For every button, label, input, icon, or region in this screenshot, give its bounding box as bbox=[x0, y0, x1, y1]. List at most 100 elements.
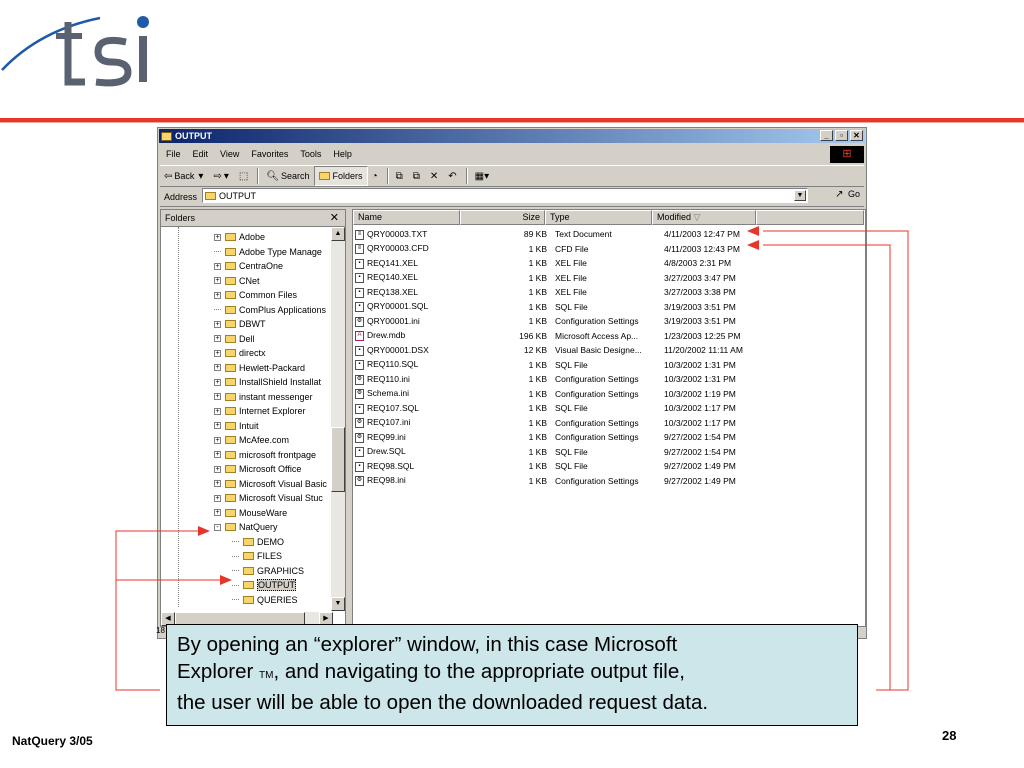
file-row[interactable]: ▪ REQ140.XEL 1 KB XEL File 3/27/2003 3:47 PM bbox=[353, 271, 770, 286]
file-name: REQ110.SQL bbox=[367, 359, 419, 370]
title-bar[interactable]: OUTPUT _ ▫ ✕ bbox=[159, 129, 865, 143]
column-name[interactable]: Name bbox=[353, 210, 460, 225]
tree-item[interactable]: + CNet bbox=[214, 274, 260, 288]
expand-toggle-icon[interactable]: + bbox=[214, 480, 221, 487]
views-button[interactable]: ▦▾ bbox=[471, 167, 495, 185]
tree-item[interactable]: + Hewlett-Packard bbox=[214, 361, 305, 375]
tree-item[interactable]: - NatQuery bbox=[214, 520, 278, 534]
expand-toggle-icon[interactable]: + bbox=[214, 335, 221, 342]
file-row[interactable]: ▪ Drew.SQL 1 KB SQL File 9/27/2002 1:54 PM bbox=[353, 445, 770, 460]
tree-item[interactable]: + Internet Explorer bbox=[214, 404, 306, 418]
scroll-up-button[interactable]: ▲ bbox=[331, 227, 345, 241]
column-modified[interactable]: Modified ▽ bbox=[652, 210, 756, 225]
expand-toggle-icon[interactable]: + bbox=[214, 320, 221, 328]
tree-item[interactable]: ComPlus Applications bbox=[214, 303, 326, 317]
expand-toggle-icon[interactable]: + bbox=[214, 436, 221, 444]
tree-item[interactable]: + Microsoft Visual Stuc bbox=[214, 491, 323, 505]
views-icon: ▦▾ bbox=[474, 170, 490, 182]
undo-button[interactable]: ↶ bbox=[444, 167, 462, 185]
expand-toggle-icon[interactable]: + bbox=[214, 233, 221, 241]
tree-item[interactable]: + Adobe bbox=[214, 230, 265, 244]
vertical-scrollbar[interactable]: ▲ ▼ bbox=[331, 227, 345, 611]
tree-item[interactable]: + McAfee.com bbox=[214, 433, 289, 447]
move-to-button[interactable]: ⧉ bbox=[392, 167, 409, 185]
file-row[interactable]: ▪ REQ107.SQL 1 KB SQL File 10/3/2002 1:17 PM bbox=[353, 401, 770, 416]
expand-toggle-icon[interactable]: + bbox=[214, 277, 221, 284]
address-input[interactable]: OUTPUT ▼ bbox=[202, 188, 808, 203]
copy-to-button[interactable]: ⧉ bbox=[409, 167, 426, 185]
go-button[interactable]: ↗ Go bbox=[835, 189, 860, 200]
tree-item[interactable]: + Common Files bbox=[214, 288, 297, 302]
tree-item[interactable]: FILES bbox=[232, 549, 282, 563]
tree-item[interactable]: GRAPHICS bbox=[232, 564, 304, 578]
address-dropdown-button[interactable]: ▼ bbox=[794, 190, 806, 201]
menu-edit[interactable]: Edit bbox=[187, 149, 215, 159]
expand-toggle-icon[interactable]: + bbox=[214, 393, 221, 400]
scroll-thumb[interactable] bbox=[331, 427, 345, 492]
expand-toggle-icon[interactable]: + bbox=[214, 422, 221, 429]
tree-item[interactable]: Adobe Type Manage bbox=[214, 245, 322, 259]
file-row[interactable]: ▪ REQ110.SQL 1 KB SQL File 10/3/2002 1:31 PM bbox=[353, 358, 770, 373]
file-row[interactable]: ▪ REQ141.XEL 1 KB XEL File 4/8/2003 2:31 PM bbox=[353, 256, 770, 271]
file-row[interactable]: ⚙ REQ110.ini 1 KB Configuration Settings 10/… bbox=[353, 372, 770, 387]
forward-button[interactable]: ⇨ ▾ bbox=[209, 167, 234, 185]
tree-item[interactable]: DEMO bbox=[232, 535, 284, 549]
tree-item[interactable]: + directx bbox=[214, 346, 266, 360]
file-row[interactable]: ⚙ Schema.ini 1 KB Configuration Settings 10/… bbox=[353, 387, 770, 402]
expand-toggle-icon[interactable]: + bbox=[214, 262, 221, 270]
tree-item[interactable]: + Dell bbox=[214, 332, 255, 346]
search-button[interactable]: 🔍︎ Search bbox=[262, 167, 313, 185]
expand-toggle-icon[interactable]: + bbox=[214, 291, 221, 299]
column-size[interactable]: Size bbox=[460, 210, 545, 225]
back-button[interactable]: ⇦ Back ▾ bbox=[160, 167, 209, 185]
expand-toggle-icon[interactable]: - bbox=[214, 523, 221, 531]
file-row[interactable]: ≡ QRY00003.TXT 89 KB Text Document 4/11/2003… bbox=[353, 227, 770, 242]
file-row[interactable]: ▪ REQ138.XEL 1 KB XEL File 3/27/2003 3:38 PM bbox=[353, 285, 770, 300]
scroll-down-button[interactable]: ▼ bbox=[331, 597, 345, 611]
close-pane-icon[interactable]: ✕ bbox=[330, 211, 339, 224]
tree-item[interactable]: OUTPUT bbox=[232, 578, 296, 592]
expand-toggle-icon[interactable]: + bbox=[214, 378, 221, 386]
tree-item[interactable]: + Microsoft Office bbox=[214, 462, 301, 476]
expand-toggle-icon[interactable]: + bbox=[214, 407, 221, 415]
tree-item[interactable]: + CentraOne bbox=[214, 259, 283, 273]
tree-item[interactable]: + MouseWare bbox=[214, 506, 287, 520]
maximize-button[interactable]: ▫ bbox=[835, 130, 848, 141]
file-row[interactable]: ⚙ QRY00001.ini 1 KB Configuration Settings 3… bbox=[353, 314, 770, 329]
menu-view[interactable]: View bbox=[214, 149, 245, 159]
expand-toggle-icon[interactable]: + bbox=[214, 509, 221, 516]
tree-item[interactable]: + microsoft frontpage bbox=[214, 448, 316, 462]
file-size: 1 KB bbox=[528, 287, 547, 298]
tree-item[interactable]: QUERIES bbox=[232, 593, 298, 607]
delete-button[interactable]: ✕ bbox=[426, 167, 444, 185]
menu-help[interactable]: Help bbox=[327, 149, 358, 159]
history-button[interactable]: ◔ bbox=[368, 167, 384, 185]
expand-toggle-icon[interactable]: + bbox=[214, 494, 221, 502]
file-row[interactable]: ≡ QRY00003.CFD 1 KB CFD File 4/11/2003 12:43… bbox=[353, 242, 770, 257]
menu-favorites[interactable]: Favorites bbox=[245, 149, 294, 159]
column-type[interactable]: Type bbox=[545, 210, 652, 225]
menu-tools[interactable]: Tools bbox=[294, 149, 327, 159]
tree-item[interactable]: + Intuit bbox=[214, 419, 259, 433]
file-row[interactable]: ⚙ REQ98.ini 1 KB Configuration Settings 9/27… bbox=[353, 474, 770, 489]
file-row[interactable]: ▪ REQ98.SQL 1 KB SQL File 9/27/2002 1:49 PM bbox=[353, 459, 770, 474]
up-folder-button[interactable]: ⬚ bbox=[235, 167, 254, 185]
file-row[interactable]: ▪ QRY00001.DSX 12 KB Visual Basic Designe..… bbox=[353, 343, 770, 358]
toolbar: ⇦ Back ▾ ⇨ ▾ ⬚ 🔍︎ Search Folders ◔ ⧉ ⧉ ✕… bbox=[160, 165, 864, 187]
tree-item[interactable]: + DBWT bbox=[214, 317, 266, 331]
tree-item[interactable]: + InstallShield Installat bbox=[214, 375, 321, 389]
minimize-button[interactable]: _ bbox=[820, 130, 833, 141]
file-row[interactable]: ⚙ REQ99.ini 1 KB Configuration Settings 9/27… bbox=[353, 430, 770, 445]
file-row[interactable]: ▪ QRY00001.SQL 1 KB SQL File 3/19/2003 3:51 … bbox=[353, 300, 770, 315]
folders-button[interactable]: Folders bbox=[313, 166, 368, 186]
menu-file[interactable]: File bbox=[160, 149, 187, 159]
file-row[interactable]: A Drew.mdb 196 KB Microsoft Access Ap... 1/2… bbox=[353, 329, 770, 344]
expand-toggle-icon[interactable]: + bbox=[214, 451, 221, 458]
expand-toggle-icon[interactable]: + bbox=[214, 349, 221, 357]
expand-toggle-icon[interactable]: + bbox=[214, 465, 221, 473]
tree-item[interactable]: + instant messenger bbox=[214, 390, 313, 404]
expand-toggle-icon[interactable]: + bbox=[214, 364, 221, 371]
file-row[interactable]: ⚙ REQ107.ini 1 KB Configuration Settings 10/… bbox=[353, 416, 770, 431]
tree-item[interactable]: + Microsoft Visual Basic bbox=[214, 477, 327, 491]
close-button[interactable]: ✕ bbox=[850, 130, 863, 141]
